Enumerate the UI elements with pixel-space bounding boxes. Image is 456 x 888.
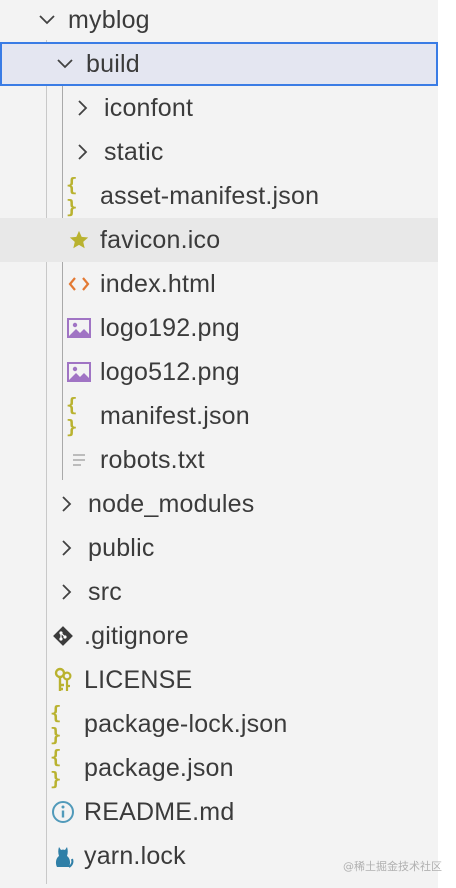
tree-item-label: build: [86, 49, 140, 78]
chevron-down-icon: [34, 5, 60, 35]
tree-item-src[interactable]: src: [0, 570, 438, 614]
tree-item-label: package-lock.json: [84, 709, 288, 738]
json-icon: { }: [66, 394, 77, 438]
tree-item-label: asset-manifest.json: [100, 181, 320, 210]
tree-item-label: favicon.ico: [100, 225, 221, 254]
tree-item-node-modules[interactable]: node_modules: [0, 482, 438, 526]
tree-item-index-html[interactable]: index.html: [0, 262, 438, 306]
tree-item-label: README.md: [84, 797, 235, 826]
tree-item-iconfont[interactable]: iconfont: [0, 86, 438, 130]
tree-item-logo512-png[interactable]: logo512.png: [0, 350, 438, 394]
chevron-right-icon: [70, 93, 96, 123]
editor-edge: [438, 0, 456, 888]
tree-item-asset-manifest-json[interactable]: { } asset-manifest.json: [0, 174, 438, 218]
chevron-right-icon: [54, 533, 80, 563]
tree-item-label: robots.txt: [100, 445, 205, 474]
tree-item-label: yarn.lock: [84, 841, 186, 870]
tree-item-label: index.html: [100, 269, 216, 298]
tree-item-build[interactable]: build: [0, 42, 438, 86]
tree-item-label: public: [88, 533, 155, 562]
tree-item-license[interactable]: LICENSE: [0, 658, 438, 702]
json-icon: { }: [66, 174, 77, 218]
chevron-right-icon: [54, 577, 80, 607]
tree-item-myblog[interactable]: myblog: [0, 0, 438, 42]
tree-item-label: package.json: [84, 753, 234, 782]
image-icon: [66, 357, 92, 387]
json-icon: { }: [50, 746, 61, 790]
info-icon: [50, 797, 76, 827]
chevron-right-icon: [54, 489, 80, 519]
tree-item-logo192-png[interactable]: logo192.png: [0, 306, 438, 350]
tree-item-manifest-json[interactable]: { } manifest.json: [0, 394, 438, 438]
tree-item-public[interactable]: public: [0, 526, 438, 570]
tree-item-gitignore[interactable]: .gitignore: [0, 614, 438, 658]
json-icon: { }: [50, 702, 61, 746]
tree-item-robots-txt[interactable]: robots.txt: [0, 438, 438, 482]
star-icon: [66, 225, 92, 255]
file-explorer-panel: myblog build iconfont static { } asset-m…: [0, 0, 438, 888]
tree-item-package-lock-json[interactable]: { } package-lock.json: [0, 702, 438, 746]
tree-item-label: manifest.json: [100, 401, 250, 430]
yarn-cat-icon: [50, 841, 76, 871]
tree-item-label: LICENSE: [84, 665, 193, 694]
tree-item-label: node_modules: [88, 489, 255, 518]
tree-item-label: iconfont: [104, 93, 194, 122]
chevron-right-icon: [70, 137, 96, 167]
tree-item-label: myblog: [68, 5, 150, 34]
tree-item-static[interactable]: static: [0, 130, 438, 174]
watermark: @稀土掘金技术社区: [343, 860, 442, 873]
tree-item-package-json[interactable]: { } package.json: [0, 746, 438, 790]
tree-item-label: src: [88, 577, 122, 606]
tree-item-label: logo192.png: [100, 313, 240, 342]
license-key-icon: [50, 665, 76, 695]
tree-item-readme-md[interactable]: README.md: [0, 790, 438, 834]
tree-item-label: .gitignore: [84, 621, 189, 650]
image-icon: [66, 313, 92, 343]
text-file-icon: [66, 445, 92, 475]
tree-item-favicon-ico[interactable]: favicon.ico: [0, 218, 438, 262]
html-icon: [66, 269, 92, 299]
tree-item-label: logo512.png: [100, 357, 240, 386]
chevron-down-icon: [52, 49, 78, 79]
git-icon: [50, 621, 76, 651]
tree-item-label: static: [104, 137, 164, 166]
